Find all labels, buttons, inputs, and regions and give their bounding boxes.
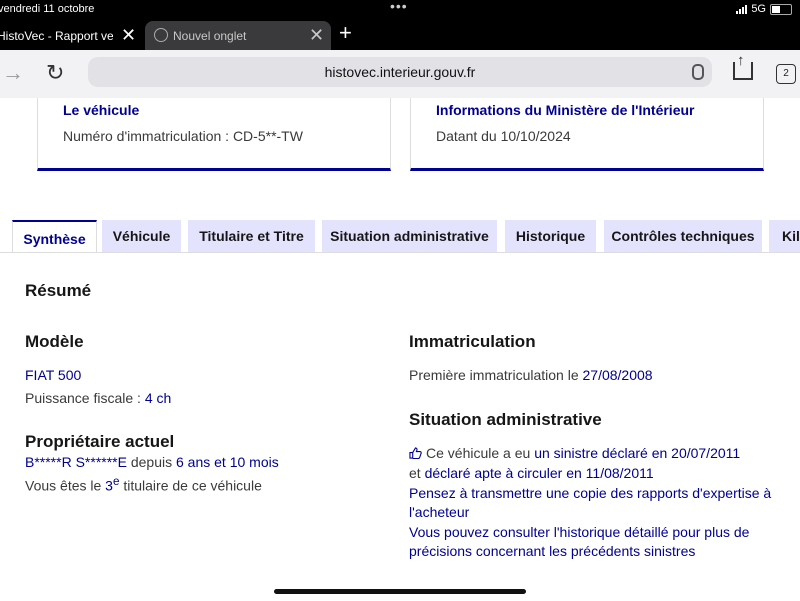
vehicle-card-title: Le véhicule	[63, 102, 140, 118]
url-text: histovec.interieur.gouv.fr	[324, 64, 476, 80]
synthese-panel: Résumé Modèle FIAT 500 Puissance fiscale…	[0, 252, 800, 601]
ministry-card-title: Informations du Ministère de l'Intérieur	[436, 102, 695, 118]
advice-historique-1: Vous pouvez consulter l'historique détai…	[409, 524, 750, 540]
microphone-icon[interactable]	[692, 64, 704, 80]
owner-name: B*****R S******E	[25, 454, 127, 470]
tab-kilometrage[interactable]: Kilométrage	[769, 220, 800, 252]
puissance-line: Puissance fiscale : 4 ch	[25, 389, 171, 408]
proprietaire-line: B*****R S******E depuis 6 ans et 10 mois	[25, 453, 279, 472]
depuis-value: 6 ans et 10 mois	[176, 454, 279, 470]
rank-number: 3	[105, 477, 113, 494]
advice-historique-2: précisions concernant les précédents sin…	[409, 543, 696, 559]
tab-count-button[interactable]: 2	[776, 64, 796, 84]
status-bar: vendredi 11 octobre ••• 5G	[0, 0, 800, 18]
report-tabs: Synthèse Véhicule Titulaire et Titre Sit…	[0, 220, 800, 255]
share-icon[interactable]	[733, 52, 753, 80]
new-tab-icon[interactable]: +	[339, 20, 352, 46]
apte-line: et déclaré apte à circuler en 11/08/2011	[409, 464, 654, 483]
rank-suffix: titulaire de ce véhicule	[119, 477, 262, 494]
close-tab-icon[interactable]: ✕	[121, 26, 136, 44]
close-tab-icon[interactable]: ✕	[309, 26, 324, 44]
tab-vehicule[interactable]: Véhicule	[102, 220, 181, 252]
thumbs-up-icon	[409, 447, 422, 459]
reload-icon[interactable]: ↻	[46, 60, 64, 86]
vehicle-card-text: Numéro d'immatriculation : CD-5**-TW	[63, 128, 303, 144]
battery-icon	[770, 3, 792, 15]
advice-expertise-2: l'acheteur	[409, 504, 470, 520]
immatriculation-date: 27/08/2008	[582, 367, 653, 383]
ministry-card-text: Datant du 10/10/2024	[436, 128, 571, 144]
tab-titulaire[interactable]: Titulaire et Titre	[188, 220, 315, 252]
globe-icon	[154, 28, 168, 42]
immatriculation-label: Première immatriculation le	[409, 367, 583, 383]
browser-tab-inactive[interactable]: Nouvel onglet ✕	[145, 21, 331, 50]
tab-historique[interactable]: Historique	[505, 220, 596, 252]
rank-line: Vous êtes le 3e titulaire de ce véhicule	[25, 472, 262, 496]
tab-synthese[interactable]: Synthèse	[12, 220, 97, 255]
apte-prefix: et	[409, 465, 425, 481]
browser-tab-label: Nouvel onglet	[173, 28, 247, 43]
situation-heading: Situation administrative	[409, 410, 602, 429]
status-date: vendredi 11 octobre	[0, 3, 95, 15]
ministry-card: Informations du Ministère de l'Intérieur…	[410, 98, 764, 171]
vehicle-card: Le véhicule Numéro d'immatriculation : C…	[37, 98, 391, 171]
browser-toolbar: → ↻ histovec.interieur.gouv.fr 2	[0, 50, 800, 98]
sinistre-line: Ce véhicule a eu un sinistre déclaré en …	[409, 444, 740, 463]
immatriculation-heading: Immatriculation	[409, 332, 536, 351]
rank-prefix: Vous êtes le	[25, 477, 106, 494]
home-indicator[interactable]	[274, 589, 526, 594]
immatriculation-line: Première immatriculation le 27/08/2008	[409, 366, 653, 385]
address-bar[interactable]: histovec.interieur.gouv.fr	[88, 57, 712, 87]
advice-expertise-1: Pensez à transmettre une copie des rappo…	[409, 485, 772, 501]
browser-tab-label: HistoVec - Rapport vendeur	[0, 28, 113, 43]
sinistre-prefix: Ce véhicule a eu	[426, 445, 535, 461]
tab-situation[interactable]: Situation administrative	[322, 220, 497, 252]
multitasking-dots-icon[interactable]: •••	[390, 0, 408, 14]
network-label: 5G	[751, 3, 766, 15]
forward-arrow-icon[interactable]: →	[2, 60, 24, 86]
modele-value: FIAT 500	[25, 367, 82, 383]
depuis-label: depuis	[126, 454, 176, 470]
puissance-label: Puissance fiscale :	[25, 390, 145, 406]
apte-link[interactable]: déclaré apte à circuler en 11/08/2011	[425, 465, 654, 481]
modele-heading: Modèle	[25, 332, 84, 351]
proprietaire-heading: Propriétaire actuel	[25, 432, 175, 451]
tab-controles[interactable]: Contrôles techniques	[604, 220, 762, 252]
browser-tab-active[interactable]: HistoVec - Rapport vendeur ✕	[0, 21, 143, 50]
summary-title: Résumé	[25, 281, 92, 300]
sinistre-link[interactable]: un sinistre déclaré en 20/07/2011	[534, 445, 740, 461]
signal-icon	[736, 4, 748, 14]
puissance-value: 4 ch	[144, 390, 172, 406]
